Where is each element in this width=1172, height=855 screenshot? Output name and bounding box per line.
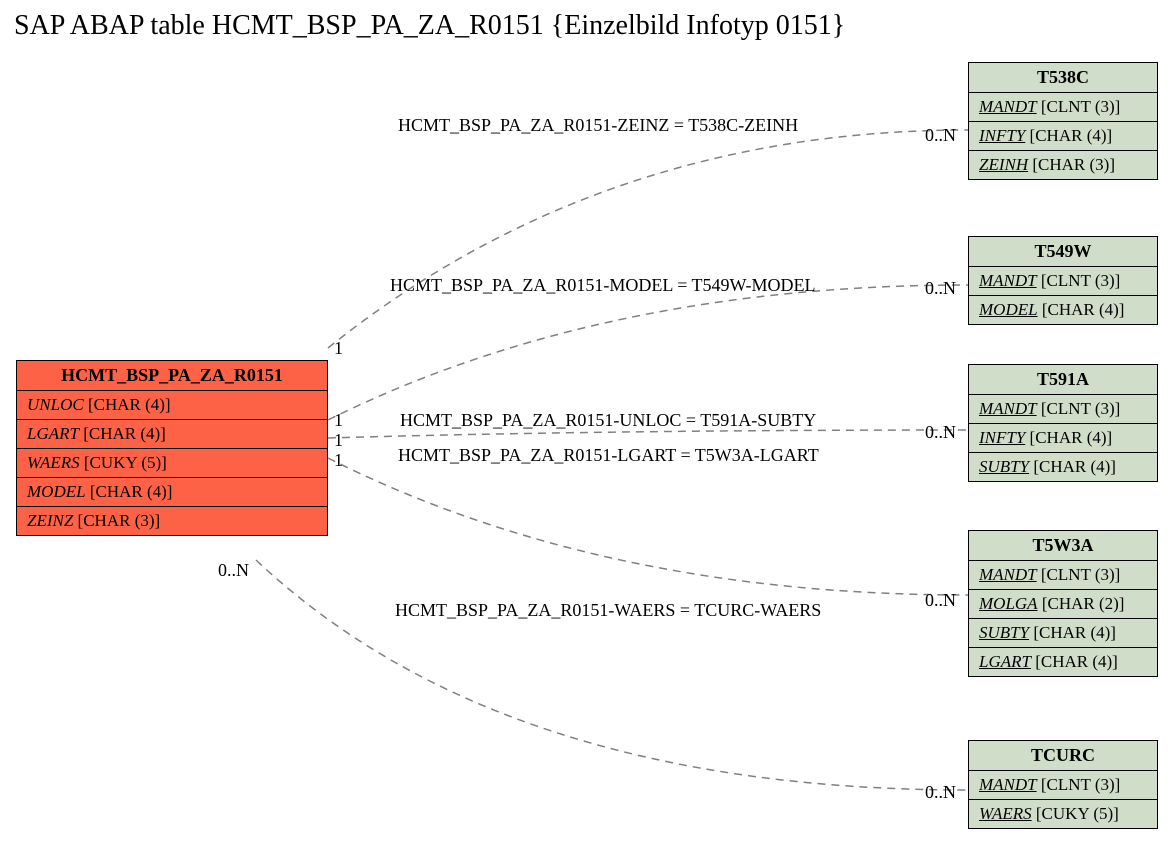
entity-field: MANDT [CLNT (3)]: [969, 561, 1157, 590]
entity-main-field: ZEINZ [CHAR (3)]: [17, 507, 327, 535]
entity-main-field: MODEL [CHAR (4)]: [17, 478, 327, 507]
entity-field: MANDT [CLNT (3)]: [969, 771, 1157, 800]
entity-header: T549W: [969, 237, 1157, 267]
entity-field: MANDT [CLNT (3)]: [969, 395, 1157, 424]
entity-header: T538C: [969, 63, 1157, 93]
cardinality-right: 0..N: [925, 125, 956, 146]
entity-field: INFTY [CHAR (4)]: [969, 424, 1157, 453]
entity-tcurc: TCURC MANDT [CLNT (3)] WAERS [CUKY (5)]: [968, 740, 1158, 829]
cardinality-left: 1: [334, 450, 343, 471]
relation-label: HCMT_BSP_PA_ZA_R0151-UNLOC = T591A-SUBTY: [400, 410, 816, 431]
entity-field: LGART [CHAR (4)]: [969, 648, 1157, 676]
entity-header: T591A: [969, 365, 1157, 395]
cardinality-right: 0..N: [925, 782, 956, 803]
relation-label: HCMT_BSP_PA_ZA_R0151-MODEL = T549W-MODEL: [390, 275, 816, 296]
entity-main-header: HCMT_BSP_PA_ZA_R0151: [17, 361, 327, 391]
entity-header: T5W3A: [969, 531, 1157, 561]
diagram-title: SAP ABAP table HCMT_BSP_PA_ZA_R0151 {Ein…: [14, 10, 845, 42]
cardinality-right: 0..N: [925, 590, 956, 611]
cardinality-left-n: 0..N: [218, 560, 249, 581]
entity-field: WAERS [CUKY (5)]: [969, 800, 1157, 828]
relation-label: HCMT_BSP_PA_ZA_R0151-ZEINZ = T538C-ZEINH: [398, 115, 798, 136]
relation-label: HCMT_BSP_PA_ZA_R0151-WAERS = TCURC-WAERS: [395, 600, 821, 621]
cardinality-right: 0..N: [925, 278, 956, 299]
cardinality-left: 1: [334, 410, 343, 431]
entity-t538c: T538C MANDT [CLNT (3)] INFTY [CHAR (4)] …: [968, 62, 1158, 180]
entity-main: HCMT_BSP_PA_ZA_R0151 UNLOC [CHAR (4)] LG…: [16, 360, 328, 536]
entity-header: TCURC: [969, 741, 1157, 771]
cardinality-left: 1: [334, 430, 343, 451]
relation-label: HCMT_BSP_PA_ZA_R0151-LGART = T5W3A-LGART: [398, 445, 819, 466]
entity-field: MODEL [CHAR (4)]: [969, 296, 1157, 324]
cardinality-right: 0..N: [925, 422, 956, 443]
entity-t549w: T549W MANDT [CLNT (3)] MODEL [CHAR (4)]: [968, 236, 1158, 325]
cardinality-left: 1: [334, 338, 343, 359]
entity-main-field: WAERS [CUKY (5)]: [17, 449, 327, 478]
entity-field: INFTY [CHAR (4)]: [969, 122, 1157, 151]
entity-field: ZEINH [CHAR (3)]: [969, 151, 1157, 179]
entity-main-field: UNLOC [CHAR (4)]: [17, 391, 327, 420]
entity-field: SUBTY [CHAR (4)]: [969, 453, 1157, 481]
entity-t5w3a: T5W3A MANDT [CLNT (3)] MOLGA [CHAR (2)] …: [968, 530, 1158, 677]
entity-field: MOLGA [CHAR (2)]: [969, 590, 1157, 619]
entity-field: MANDT [CLNT (3)]: [969, 267, 1157, 296]
entity-field: SUBTY [CHAR (4)]: [969, 619, 1157, 648]
entity-main-field: LGART [CHAR (4)]: [17, 420, 327, 449]
entity-field: MANDT [CLNT (3)]: [969, 93, 1157, 122]
entity-t591a: T591A MANDT [CLNT (3)] INFTY [CHAR (4)] …: [968, 364, 1158, 482]
